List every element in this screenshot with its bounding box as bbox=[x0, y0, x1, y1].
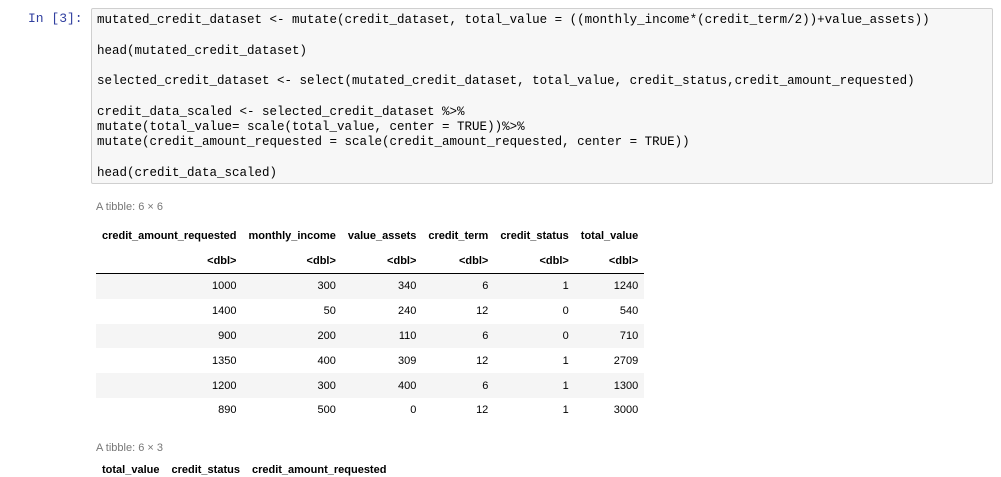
column-header: total_value bbox=[580, 230, 639, 242]
table-cell: 12 bbox=[476, 404, 489, 417]
table-row: 1200 300 400 6 1 1300 bbox=[96, 373, 645, 398]
table-cell: 200 bbox=[242, 323, 342, 349]
cell-prompt: In [3]: bbox=[28, 11, 83, 26]
table-row: 1000 300 340 6 1 1240 bbox=[96, 273, 645, 299]
column-header: credit_amount_requested bbox=[102, 230, 237, 242]
column-type: <dbl> bbox=[341, 248, 423, 274]
column-header: monthly_income bbox=[248, 230, 336, 242]
column-header: credit_status bbox=[500, 230, 569, 242]
table-cell: 500 bbox=[317, 404, 336, 417]
table-cell: 890 bbox=[218, 404, 237, 417]
code-line: head(credit_data_scaled) bbox=[97, 165, 278, 180]
table-row: 1400 50 240 12 0 540 bbox=[96, 299, 644, 324]
code-line: mutate(credit_amount_requested = scale(c… bbox=[97, 135, 690, 150]
column-type: <dbl> bbox=[422, 248, 495, 274]
table-cell: 240 bbox=[398, 305, 417, 318]
table-row: 890 500 0 12 1 3000 bbox=[96, 398, 644, 423]
table-cell: 2709 bbox=[613, 354, 639, 367]
table-cell: 110 bbox=[341, 323, 423, 349]
code-line: selected_credit_dataset <- select(mutate… bbox=[97, 74, 915, 89]
table-cell: 340 bbox=[341, 273, 423, 299]
code-line: mutated_credit_dataset <- mutate(credit_… bbox=[97, 13, 930, 27]
table-cell: 309 bbox=[398, 354, 417, 367]
column-type: <dbl> bbox=[242, 248, 342, 274]
table-cell: 1300 bbox=[574, 373, 645, 398]
table-cell: 300 bbox=[242, 273, 342, 299]
table-cell: 1 bbox=[494, 273, 575, 299]
column-type: <dbl> bbox=[574, 248, 645, 274]
table-cell: 6 bbox=[422, 373, 495, 398]
output1-table: credit_amount_requested monthly_income v… bbox=[96, 224, 645, 423]
code-line: mutate(total_value= scale(total_value, c… bbox=[97, 120, 525, 135]
table-cell: 400 bbox=[341, 373, 423, 398]
code-line: credit_data_scaled <- selected_credit_da… bbox=[97, 104, 465, 119]
output1-caption: A tibble: 6 × 6 bbox=[96, 201, 163, 213]
table-cell: 1 bbox=[494, 373, 575, 398]
code-line: head(mutated_credit_dataset) bbox=[97, 43, 308, 58]
table-cell: 1 bbox=[562, 354, 569, 367]
table-cell: 540 bbox=[619, 305, 639, 318]
column-header: total_value bbox=[102, 464, 160, 476]
column-type: <dbl> bbox=[494, 248, 575, 274]
column-header: credit_status bbox=[171, 464, 240, 476]
code-editor[interactable]: mutated_credit_dataset <- mutate(credit_… bbox=[97, 13, 930, 181]
table-row: 1350 400 309 12 1 2709 bbox=[96, 348, 644, 373]
table-cell: 900 bbox=[96, 323, 243, 349]
table-cell: 400 bbox=[317, 354, 336, 367]
table-cell: 0 bbox=[562, 305, 569, 318]
table-cell: 0 bbox=[494, 323, 575, 349]
column-header: credit_term bbox=[428, 230, 489, 242]
table-cell: 6 bbox=[422, 273, 495, 299]
column-type: <dbl> bbox=[96, 248, 243, 274]
table-cell: 6 bbox=[422, 323, 495, 349]
table-cell: 710 bbox=[574, 323, 645, 349]
table-cell: 1350 bbox=[212, 354, 237, 367]
column-header: credit_amount_requested bbox=[251, 464, 387, 476]
table-cell: 3000 bbox=[613, 404, 639, 417]
table-row: 900 200 110 6 0 710 bbox=[96, 323, 645, 349]
table-cell: 12 bbox=[476, 305, 489, 318]
table-cell: 300 bbox=[242, 373, 342, 398]
table-cell: 50 bbox=[323, 305, 336, 318]
table-cell: 0 bbox=[410, 404, 417, 417]
column-header: value_assets bbox=[347, 230, 417, 242]
table-cell: 1000 bbox=[96, 273, 243, 299]
table-cell: 12 bbox=[476, 354, 489, 367]
output2-table: total_value credit_status credit_amount_… bbox=[96, 464, 392, 476]
table-cell: 1240 bbox=[574, 273, 645, 299]
table-cell: 1400 bbox=[212, 305, 237, 318]
code-cell-input[interactable]: mutated_credit_dataset <- mutate(credit_… bbox=[91, 8, 993, 184]
table-cell: 1 bbox=[562, 404, 569, 417]
output2-caption: A tibble: 6 × 3 bbox=[96, 442, 163, 454]
table-cell: 1200 bbox=[96, 373, 243, 398]
